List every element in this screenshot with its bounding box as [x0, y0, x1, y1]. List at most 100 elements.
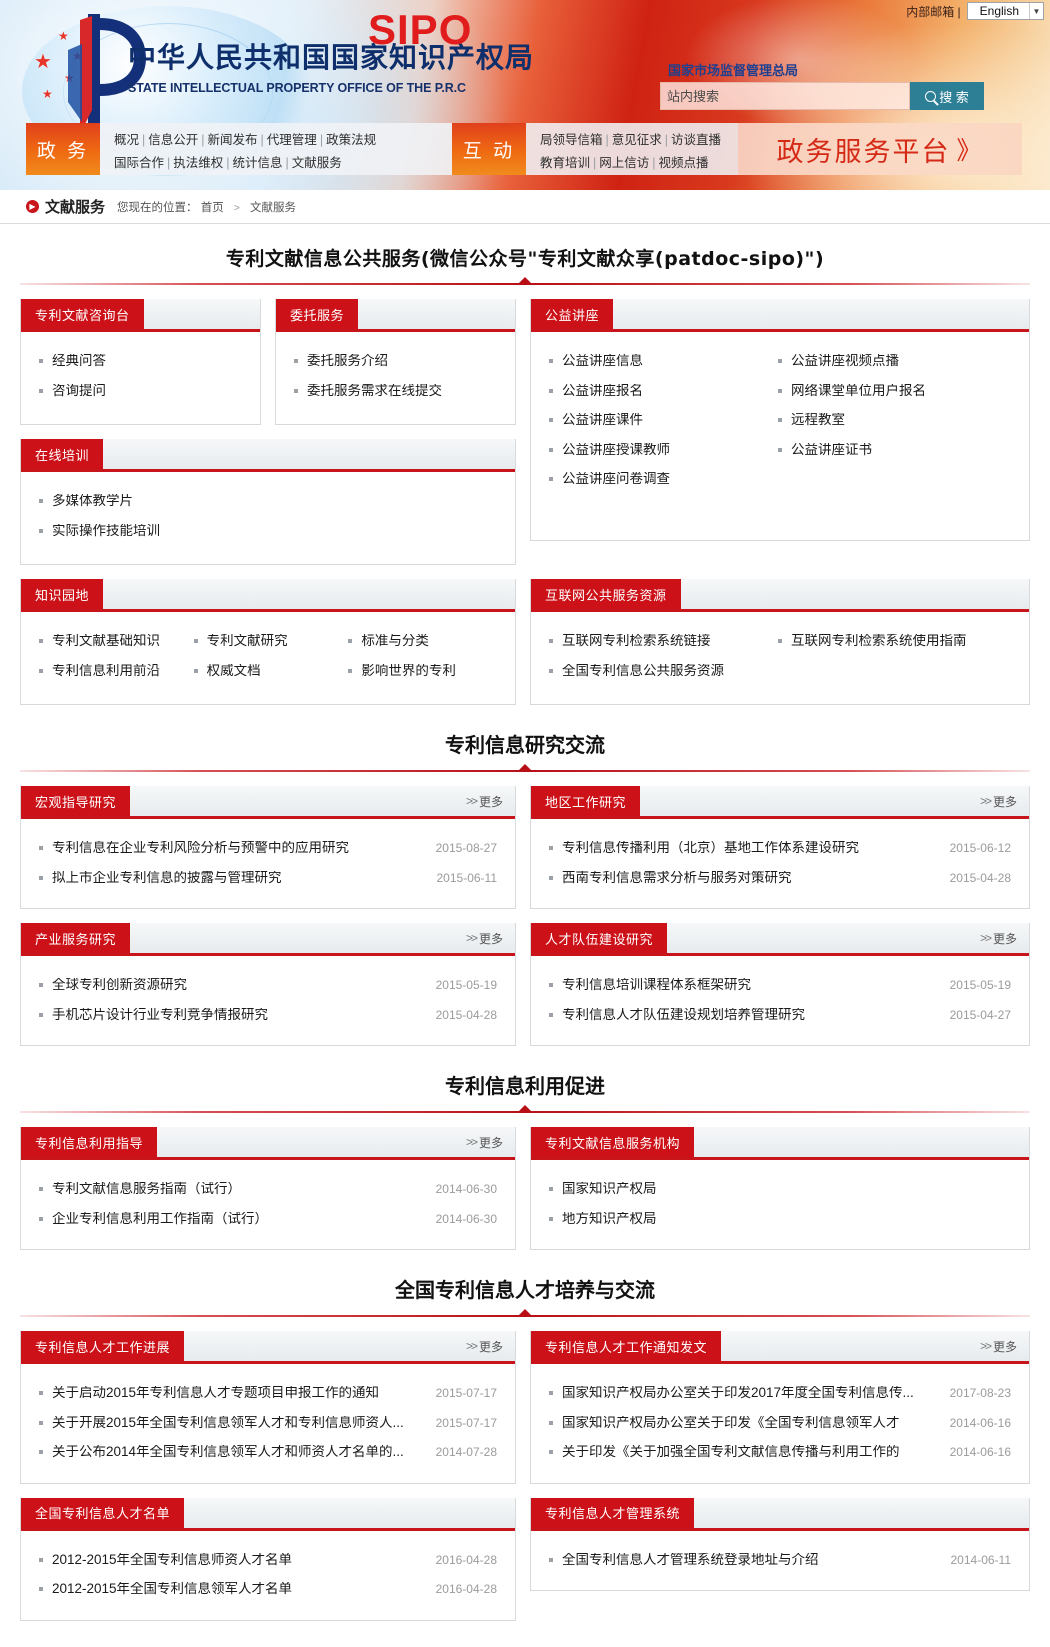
- list-item-label[interactable]: 全国专利信息人才管理系统登录地址与介绍: [562, 1553, 819, 1567]
- list-item[interactable]: 互联网专利检索系统使用指南: [778, 626, 1011, 656]
- more-link[interactable]: >> 更多: [980, 786, 1029, 816]
- list-item-label[interactable]: 西南专利信息需求分析与服务对策研究: [562, 871, 792, 885]
- list-item[interactable]: 关于公布2014年全国专利信息领军人才和师资人才名单的... 2014-07-28: [39, 1437, 497, 1467]
- list-item[interactable]: 全国专利信息公共服务资源: [549, 656, 764, 686]
- search-button[interactable]: 搜 索: [910, 82, 984, 110]
- list-item-label[interactable]: 企业专利信息利用工作指南（试行）: [52, 1212, 268, 1226]
- list-item[interactable]: 公益讲座报名: [549, 376, 764, 406]
- list-item-label[interactable]: 全国专利信息公共服务资源: [562, 664, 724, 678]
- nav-link-xinxigongkai[interactable]: 信息公开: [148, 133, 198, 147]
- search-input[interactable]: [660, 82, 910, 110]
- list-item-label[interactable]: 专利文献信息服务指南（试行）: [52, 1182, 241, 1196]
- list-item[interactable]: 专利信息培训课程体系框架研究 2015-05-19: [549, 970, 1011, 1000]
- list-item-label[interactable]: 关于印发《关于加强全国专利文献信息传播与利用工作的: [562, 1445, 900, 1459]
- more-link[interactable]: >> 更多: [980, 923, 1029, 953]
- nav-link-fangtanzhibo[interactable]: 访谈直播: [671, 133, 721, 147]
- list-item-label[interactable]: 国家知识产权局办公室关于印发2017年度全国专利信息传...: [562, 1386, 914, 1400]
- list-item[interactable]: 实际操作技能培训: [39, 516, 497, 546]
- list-item-label[interactable]: 2012-2015年全国专利信息领军人才名单: [52, 1582, 292, 1596]
- nav-badge-interaction[interactable]: 互 动: [452, 123, 526, 175]
- list-item-label[interactable]: 委托服务介绍: [307, 354, 388, 368]
- more-link[interactable]: >> 更多: [466, 923, 515, 953]
- list-item[interactable]: 2012-2015年全国专利信息领军人才名单 2016-04-28: [39, 1574, 497, 1604]
- list-item-label[interactable]: 手机芯片设计行业专利竞争情报研究: [52, 1008, 268, 1022]
- list-item[interactable]: 权威文档: [193, 656, 343, 686]
- list-item[interactable]: 手机芯片设计行业专利竞争情报研究 2015-04-28: [39, 1000, 497, 1030]
- nav-link-wangshangxinfang[interactable]: 网上信访: [599, 156, 649, 170]
- language-select[interactable]: English ▼: [966, 2, 1044, 20]
- list-item[interactable]: 咨询提问: [39, 376, 242, 406]
- nav-link-wenxianfuwu[interactable]: 文献服务: [292, 156, 342, 170]
- list-item-label[interactable]: 专利信息人才队伍建设规划培养管理研究: [562, 1008, 805, 1022]
- list-item-label[interactable]: 远程教室: [791, 413, 845, 427]
- list-item[interactable]: 专利文献研究: [193, 626, 343, 656]
- nav-link-gaikuang[interactable]: 概况: [114, 133, 139, 147]
- nav-link-zhifaweiquan[interactable]: 执法维权: [173, 156, 223, 170]
- list-item-label[interactable]: 公益讲座视频点播: [791, 354, 899, 368]
- list-item[interactable]: 公益讲座证书: [778, 435, 1011, 465]
- list-item-label[interactable]: 全球专利创新资源研究: [52, 978, 187, 992]
- list-item-label[interactable]: 标准与分类: [361, 634, 429, 648]
- list-item-label[interactable]: 委托服务需求在线提交: [307, 384, 442, 398]
- nav-link-zhengcefagui[interactable]: 政策法规: [326, 133, 376, 147]
- list-item[interactable]: 国家知识产权局: [549, 1174, 1011, 1204]
- list-item[interactable]: 关于开展2015年全国专利信息领军人才和专利信息师资人... 2015-07-17: [39, 1408, 497, 1438]
- list-item[interactable]: 国家知识产权局办公室关于印发《全国专利信息领军人才 2014-06-16: [549, 1408, 1011, 1438]
- list-item[interactable]: 远程教室: [778, 405, 1011, 435]
- list-item[interactable]: 公益讲座问卷调查: [549, 464, 764, 494]
- nav-badge-government[interactable]: 政 务: [26, 123, 100, 175]
- list-item-label[interactable]: 公益讲座证书: [791, 443, 872, 457]
- list-item[interactable]: 2012-2015年全国专利信息师资人才名单 2016-04-28: [39, 1545, 497, 1575]
- list-item[interactable]: 网络课堂单位用户报名: [778, 376, 1011, 406]
- list-item-label[interactable]: 拟上市企业专利信息的披露与管理研究: [52, 871, 282, 885]
- list-item[interactable]: 多媒体教学片: [39, 486, 497, 516]
- list-item-label[interactable]: 影响世界的专利: [361, 664, 456, 678]
- list-item-label[interactable]: 专利文献基础知识: [52, 634, 160, 648]
- list-item-label[interactable]: 关于启动2015年专利信息人才专题项目申报工作的通知: [52, 1386, 379, 1400]
- list-item-label[interactable]: 咨询提问: [52, 384, 106, 398]
- list-item[interactable]: 专利文献信息服务指南（试行） 2014-06-30: [39, 1174, 497, 1204]
- list-item-label[interactable]: 专利信息培训课程体系框架研究: [562, 978, 751, 992]
- list-item-label[interactable]: 多媒体教学片: [52, 494, 133, 508]
- list-item[interactable]: 经典问答: [39, 346, 242, 376]
- list-item[interactable]: 公益讲座课件: [549, 405, 764, 435]
- list-item-label[interactable]: 互联网专利检索系统链接: [562, 634, 711, 648]
- list-item-label[interactable]: 经典问答: [52, 354, 106, 368]
- list-item[interactable]: 西南专利信息需求分析与服务对策研究 2015-04-28: [549, 863, 1011, 893]
- list-item[interactable]: 全球专利创新资源研究 2015-05-19: [39, 970, 497, 1000]
- list-item-label[interactable]: 关于公布2014年全国专利信息领军人才和师资人才名单的...: [52, 1445, 404, 1459]
- list-item-label[interactable]: 权威文档: [207, 664, 261, 678]
- list-item-label[interactable]: 网络课堂单位用户报名: [791, 384, 926, 398]
- list-item-label[interactable]: 公益讲座问卷调查: [562, 472, 670, 486]
- list-item-label[interactable]: 国家知识产权局办公室关于印发《全国专利信息领军人才: [562, 1416, 900, 1430]
- list-item-label[interactable]: 专利文献研究: [207, 634, 288, 648]
- list-item[interactable]: 标准与分类: [348, 626, 497, 656]
- list-item-label[interactable]: 公益讲座信息: [562, 354, 643, 368]
- list-item[interactable]: 专利信息在企业专利风险分析与预警中的应用研究 2015-08-27: [39, 833, 497, 863]
- list-item[interactable]: 委托服务介绍: [294, 346, 497, 376]
- list-item[interactable]: 公益讲座授课教师: [549, 435, 764, 465]
- list-item-label[interactable]: 公益讲座报名: [562, 384, 643, 398]
- nav-link-xinwenfabu[interactable]: 新闻发布: [208, 133, 258, 147]
- list-item[interactable]: 全国专利信息人才管理系统登录地址与介绍 2014-06-11: [549, 1545, 1011, 1575]
- list-item-label[interactable]: 公益讲座授课教师: [562, 443, 670, 457]
- list-item[interactable]: 公益讲座视频点播: [778, 346, 1011, 376]
- nav-link-guojihezuo[interactable]: 国际合作: [114, 156, 164, 170]
- list-item-label[interactable]: 公益讲座课件: [562, 413, 643, 427]
- more-link[interactable]: >> 更多: [980, 1331, 1029, 1361]
- list-item-label[interactable]: 专利信息利用前沿: [52, 664, 160, 678]
- nav-service-platform-button[interactable]: 政务服务平台 》: [738, 123, 1022, 175]
- nav-link-jiaoyupeixun[interactable]: 教育培训: [540, 156, 590, 170]
- list-item[interactable]: 关于启动2015年专利信息人才专题项目申报工作的通知 2015-07-17: [39, 1378, 497, 1408]
- list-item-label[interactable]: 实际操作技能培训: [52, 524, 160, 538]
- nav-link-dailiguanli[interactable]: 代理管理: [267, 133, 317, 147]
- list-item[interactable]: 地方知识产权局: [549, 1204, 1011, 1234]
- list-item[interactable]: 国家知识产权局办公室关于印发2017年度全国专利信息传... 2017-08-23: [549, 1378, 1011, 1408]
- list-item[interactable]: 企业专利信息利用工作指南（试行） 2014-06-30: [39, 1204, 497, 1234]
- list-item[interactable]: 专利信息传播利用（北京）基地工作体系建设研究 2015-06-12: [549, 833, 1011, 863]
- list-item-label[interactable]: 互联网专利检索系统使用指南: [791, 634, 967, 648]
- list-item-label[interactable]: 2012-2015年全国专利信息师资人才名单: [52, 1553, 292, 1567]
- list-item-label[interactable]: 国家知识产权局: [562, 1182, 657, 1196]
- breadcrumb-link-home[interactable]: 首页: [201, 202, 224, 214]
- list-item[interactable]: 专利信息利用前沿: [39, 656, 188, 686]
